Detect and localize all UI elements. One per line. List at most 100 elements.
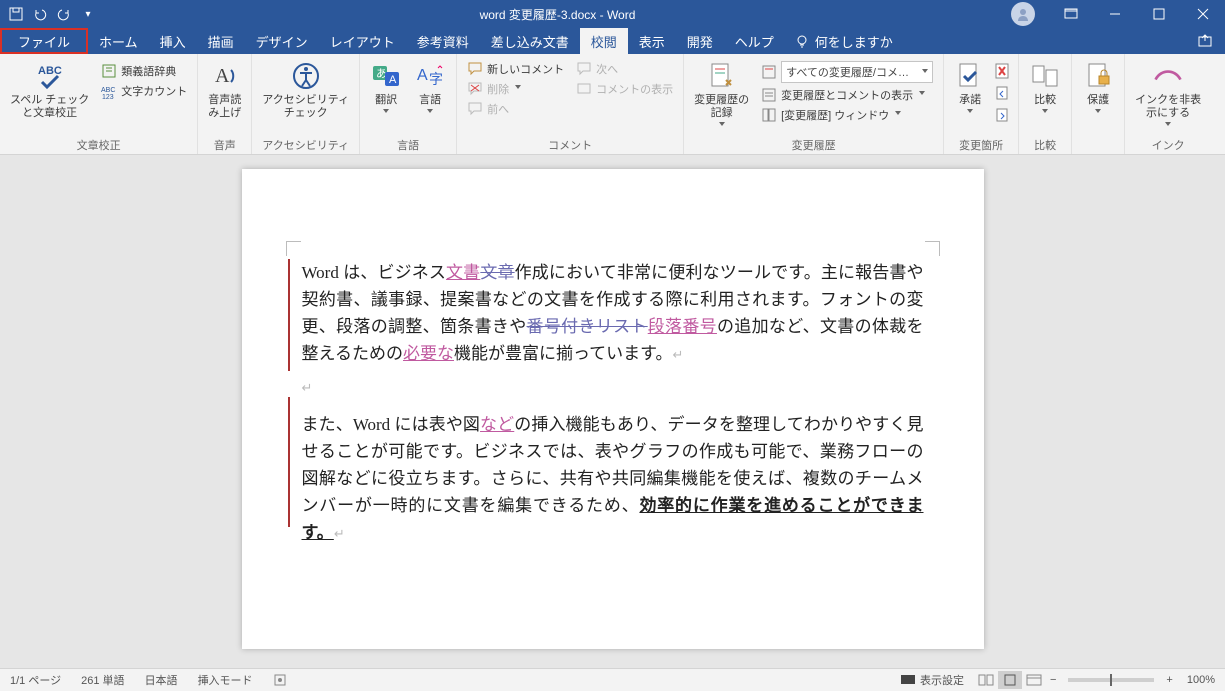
show-markup-button[interactable]: 変更履歴とコメントの表示	[757, 86, 937, 104]
paragraph[interactable]: また、Word には表や図などの挿入機能もあり、データを整理してわかりやすく見せ…	[302, 411, 924, 547]
tab-developer[interactable]: 開発	[676, 28, 724, 54]
group-protect	[1078, 138, 1118, 154]
tracked-insert[interactable]: など	[480, 415, 514, 434]
status-insert-mode[interactable]: 挿入モード	[188, 672, 263, 688]
page[interactable]: Word は、ビジネス文書文章作成において非常に便利なツールです。主に報告書や契…	[242, 169, 984, 649]
tracked-insert[interactable]: 必要な	[403, 344, 454, 363]
svg-text:字: 字	[429, 71, 443, 87]
qat-custom-icon[interactable]: ▾	[80, 6, 96, 22]
thesaurus-icon	[101, 63, 117, 79]
tracked-insert[interactable]: 段落番号	[648, 317, 717, 336]
status-display-settings[interactable]: 表示設定	[890, 672, 974, 688]
prev-comment-button[interactable]: 前へ	[463, 100, 568, 118]
tracked-insert[interactable]: 文書	[446, 263, 480, 282]
wordcount-icon: ABC123	[101, 83, 117, 99]
show-comments-button[interactable]: コメントの表示	[572, 80, 677, 98]
share-button[interactable]	[1185, 28, 1225, 54]
readaloud-label: 音声読 み上げ	[208, 94, 241, 120]
view-web-layout[interactable]	[1022, 671, 1046, 689]
spellcheck-label: スペル チェック と文章校正	[10, 94, 89, 120]
tab-draw[interactable]: 描画	[197, 28, 245, 54]
spellcheck-icon: ABC	[34, 60, 66, 92]
maximize-button[interactable]	[1137, 0, 1181, 28]
thesaurus-button[interactable]: 類義語辞典	[97, 62, 191, 80]
reviewing-pane-icon	[761, 107, 777, 123]
translate-icon: あA	[370, 60, 402, 92]
accept-button[interactable]: 承諾	[950, 58, 990, 119]
readaloud-icon: A	[209, 60, 241, 92]
delete-comment-button[interactable]: 削除	[463, 80, 568, 98]
show-markup-label: 変更履歴とコメントの表示	[781, 87, 913, 103]
zoom-in-button[interactable]: +	[1162, 674, 1176, 686]
tracked-delete[interactable]: 文章	[480, 263, 514, 282]
text-run: Word は、ビジネス	[302, 263, 447, 282]
undo-icon[interactable]	[32, 6, 48, 22]
display-for-review-combo[interactable]: すべての変更履歴/コメ…	[757, 60, 937, 84]
language-button[interactable]: A字 言語	[410, 58, 450, 119]
status-page[interactable]: 1/1 ページ	[0, 672, 71, 688]
protect-icon	[1082, 60, 1114, 92]
group-ink: インク	[1131, 138, 1205, 154]
ink-icon	[1152, 60, 1184, 92]
dropdown-icon	[1095, 109, 1103, 117]
zoom-out-button[interactable]: −	[1046, 674, 1060, 686]
zoom-slider[interactable]	[1068, 678, 1154, 682]
close-button[interactable]	[1181, 0, 1225, 28]
status-macro-icon[interactable]	[263, 673, 297, 687]
comment-delete-icon	[467, 81, 483, 97]
tab-design[interactable]: デザイン	[245, 28, 319, 54]
window-title: word 変更履歴-3.docx - Word	[104, 6, 1011, 23]
next-change-icon[interactable]	[994, 106, 1012, 124]
tab-review[interactable]: 校閲	[580, 28, 628, 54]
compare-button[interactable]: 比較	[1025, 58, 1065, 119]
tab-file[interactable]: ファイル	[0, 28, 88, 54]
autosave-icon[interactable]	[8, 6, 24, 22]
paragraph[interactable]: Word は、ビジネス文書文章作成において非常に便利なツールです。主に報告書や契…	[302, 259, 924, 368]
view-read-mode[interactable]	[974, 671, 998, 689]
crop-mark-icon	[286, 241, 301, 256]
spellcheck-button[interactable]: ABC スペル チェック と文章校正	[6, 58, 93, 122]
tab-home[interactable]: ホーム	[88, 28, 149, 54]
track-changes-button[interactable]: 変更履歴の 記録	[690, 58, 753, 132]
accessibility-icon	[290, 60, 322, 92]
display-settings-label: 表示設定	[920, 672, 964, 688]
dropdown-icon	[919, 91, 927, 99]
new-comment-button[interactable]: 新しいコメント	[463, 60, 568, 78]
next-comment-button[interactable]: 次へ	[572, 60, 677, 78]
readaloud-button[interactable]: A 音声読 み上げ	[204, 58, 245, 122]
view-print-layout[interactable]	[998, 671, 1022, 689]
minimize-button[interactable]	[1093, 0, 1137, 28]
tab-references[interactable]: 参考資料	[406, 28, 480, 54]
hide-ink-button[interactable]: インクを非表 示にする	[1131, 58, 1205, 132]
prev-change-icon[interactable]	[994, 84, 1012, 102]
prev-comment-label: 前へ	[487, 101, 509, 117]
zoom-level[interactable]: 100%	[1177, 674, 1225, 686]
protect-button[interactable]: 保護	[1078, 58, 1118, 119]
change-bar[interactable]	[288, 259, 290, 371]
comment-prev-icon	[467, 101, 483, 117]
account-avatar[interactable]	[1011, 2, 1035, 26]
tab-layout[interactable]: レイアウト	[319, 28, 406, 54]
translate-button[interactable]: あA 翻訳	[366, 58, 406, 119]
change-bar[interactable]	[288, 397, 290, 527]
pilcrow-icon: ↵	[302, 374, 924, 401]
redo-icon[interactable]	[56, 6, 72, 22]
tab-view[interactable]: 表示	[628, 28, 676, 54]
reviewing-pane-label: [変更履歴] ウィンドウ	[781, 107, 889, 123]
tab-mailings[interactable]: 差し込み文書	[480, 28, 580, 54]
ribbon-display-icon[interactable]	[1049, 0, 1093, 28]
status-wordcount[interactable]: 261 単語	[71, 672, 134, 688]
status-language[interactable]: 日本語	[135, 672, 188, 688]
display-combo-value[interactable]: すべての変更履歴/コメ…	[781, 61, 933, 83]
display-review-icon	[761, 64, 777, 80]
reviewing-pane-button[interactable]: [変更履歴] ウィンドウ	[757, 106, 937, 124]
tell-me-search[interactable]: 何をしますか	[795, 28, 893, 54]
document-canvas[interactable]: Word は、ビジネス文書文章作成において非常に便利なツールです。主に報告書や契…	[0, 155, 1225, 668]
accessibility-check-button[interactable]: アクセシビリティ チェック	[258, 58, 353, 122]
language-label: 言語	[419, 94, 441, 107]
tracked-delete[interactable]: 番号付きリスト	[527, 317, 648, 336]
tab-insert[interactable]: 挿入	[149, 28, 197, 54]
tab-help[interactable]: ヘルプ	[724, 28, 785, 54]
reject-icon[interactable]	[994, 62, 1012, 80]
wordcount-button[interactable]: ABC123文字カウント	[97, 82, 191, 100]
